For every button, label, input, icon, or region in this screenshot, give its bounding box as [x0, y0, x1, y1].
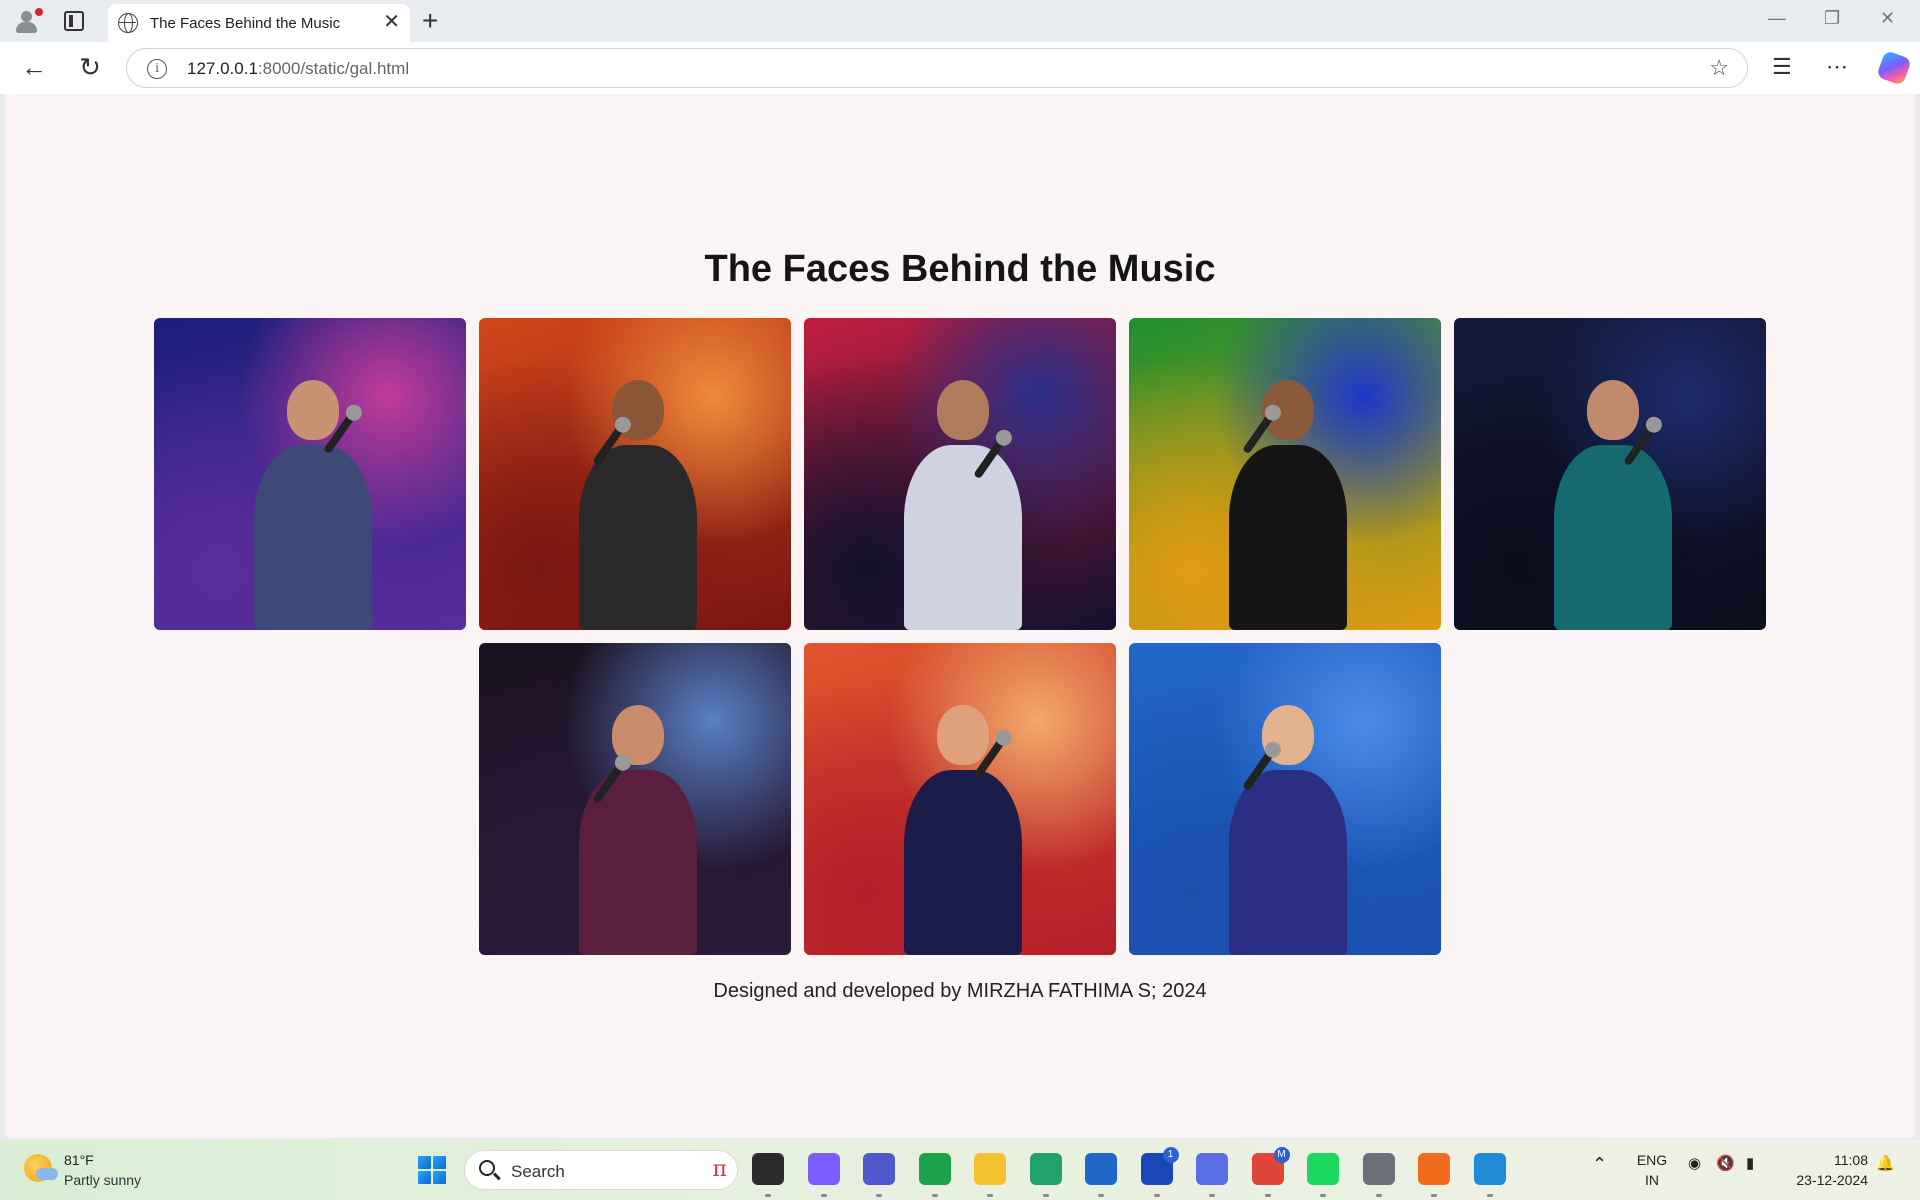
- running-indicator: [765, 1194, 771, 1197]
- minimize-button[interactable]: —: [1768, 8, 1786, 29]
- spotify-icon[interactable]: [1307, 1153, 1339, 1185]
- active-tab[interactable]: The Faces Behind the Music ✕: [108, 4, 410, 42]
- notification-icon[interactable]: 🔔: [1876, 1154, 1895, 1172]
- tab-actions-icon[interactable]: [64, 11, 84, 31]
- copilot-app-icon[interactable]: [807, 1153, 840, 1185]
- running-indicator: [1209, 1194, 1215, 1197]
- tab-title: The Faces Behind the Music: [150, 15, 341, 32]
- vscode-icon[interactable]: [1473, 1153, 1506, 1185]
- running-indicator: [1098, 1194, 1104, 1197]
- taskbar-search[interactable]: Search π: [464, 1150, 738, 1190]
- photo-1: [154, 318, 466, 630]
- close-window-button[interactable]: ✕: [1880, 8, 1895, 29]
- favorites-icon[interactable]: ☰: [1772, 54, 1792, 80]
- globe-icon: [118, 13, 138, 33]
- running-indicator: [931, 1194, 938, 1197]
- weather-temp: 81°F: [64, 1152, 94, 1168]
- running-indicator: [1264, 1194, 1271, 1197]
- running-indicator: [1486, 1194, 1493, 1197]
- photo-5: [1454, 318, 1766, 630]
- address-bar[interactable]: i 127.0.0.1:8000/static/gal.html ☆: [126, 48, 1748, 88]
- running-indicator: [987, 1194, 993, 1197]
- refresh-ring-icon[interactable]: [918, 1153, 951, 1185]
- photo-4: [1129, 318, 1441, 630]
- teams-icon[interactable]: [863, 1153, 895, 1185]
- footer-credit: Designed and developed by MIRZHA FATHIMA…: [713, 980, 1207, 1002]
- calculator-pi-icon: π: [712, 1157, 727, 1182]
- more-icon[interactable]: ⋯: [1826, 54, 1849, 80]
- page-title: The Faces Behind the Music: [704, 248, 1216, 290]
- page-viewport: The Faces Behind the Music Designed and …: [5, 94, 1915, 1138]
- clock[interactable]: 11:08 23-12-2024: [1780, 1150, 1868, 1190]
- arc-app-icon[interactable]: [1196, 1153, 1228, 1185]
- language-indicator[interactable]: ENG IN: [1632, 1150, 1672, 1190]
- chrome-icon[interactable]: M: [1251, 1147, 1290, 1185]
- l-app-icon[interactable]: 1: [1140, 1147, 1179, 1185]
- star-icon[interactable]: ☆: [1709, 55, 1729, 81]
- weather-condition: Partly sunny: [64, 1172, 142, 1188]
- profile-icon[interactable]: [12, 8, 43, 34]
- photo-7: [804, 643, 1116, 955]
- photo-2: [479, 318, 791, 630]
- running-indicator: [1375, 1194, 1382, 1197]
- search-icon: [479, 1160, 495, 1176]
- tab-strip: The Faces Behind the Music ✕ + — ❐ ✕: [0, 0, 1920, 42]
- photo-3: [804, 318, 1116, 630]
- battery-icon[interactable]: ▮: [1746, 1154, 1754, 1172]
- running-indicator: [1042, 1194, 1049, 1197]
- photo-8: [1129, 643, 1441, 955]
- start-button[interactable]: [418, 1156, 446, 1184]
- browser-toolbar: ← ↻ i 127.0.0.1:8000/static/gal.html ☆ ☰…: [0, 42, 1920, 94]
- running-indicator: [876, 1194, 882, 1197]
- search-label: Search: [511, 1162, 565, 1181]
- new-tab-button[interactable]: +: [422, 6, 438, 36]
- url-text[interactable]: 127.0.0.1:8000/static/gal.html: [187, 59, 409, 79]
- info-icon[interactable]: i: [147, 59, 167, 79]
- wifi-icon[interactable]: ◉: [1688, 1154, 1701, 1172]
- photo-6: [479, 643, 791, 955]
- photo-gallery: [5, 318, 1915, 955]
- restore-button[interactable]: ❐: [1824, 8, 1840, 29]
- refresh-icon[interactable]: ↻: [74, 52, 106, 84]
- running-indicator: [1153, 1194, 1160, 1197]
- running-indicator: [1431, 1194, 1437, 1197]
- mute-icon[interactable]: 🔇: [1716, 1154, 1735, 1172]
- back-arrow-icon[interactable]: ←: [18, 52, 50, 84]
- close-tab-icon[interactable]: ✕: [383, 12, 400, 32]
- fus-app-icon[interactable]: [1418, 1153, 1450, 1185]
- settings-icon[interactable]: [1362, 1153, 1395, 1185]
- chevron-up-icon[interactable]: ⌃: [1592, 1154, 1607, 1175]
- running-indicator: [820, 1194, 827, 1197]
- edge-icon[interactable]: [1029, 1153, 1062, 1185]
- taskbar: 81°F Partly sunny Search π 1M ⌃ ENG IN ◉ …: [0, 1140, 1920, 1200]
- store-icon[interactable]: [1085, 1153, 1117, 1185]
- running-indicator: [1320, 1194, 1326, 1197]
- file-explorer-dark-icon[interactable]: [752, 1153, 784, 1185]
- weather-widget[interactable]: 81°F Partly sunny: [24, 1150, 224, 1190]
- folder-icon[interactable]: [974, 1153, 1006, 1185]
